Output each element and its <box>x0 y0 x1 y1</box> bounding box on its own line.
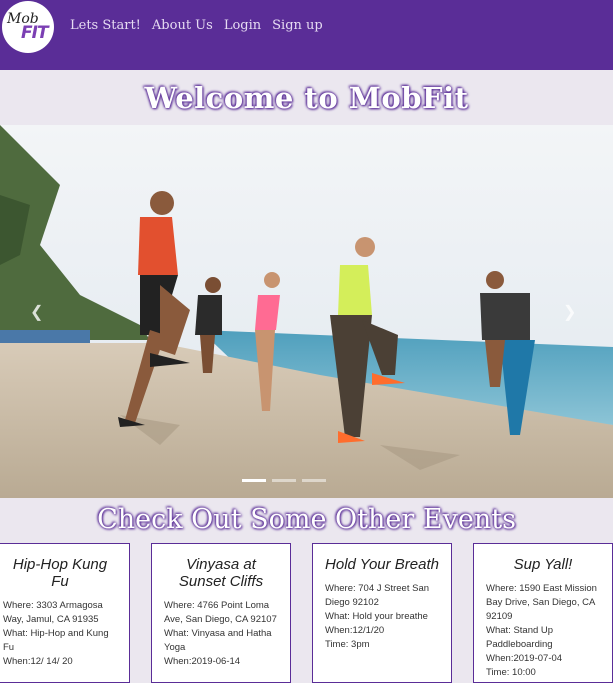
event-what: What: Hold your breathe <box>325 611 428 622</box>
nav-sign-up[interactable]: Sign up <box>272 18 323 33</box>
logo-text-fit: FIT <box>21 23 49 43</box>
mobfit-logo[interactable]: Mob FIT <box>2 1 54 53</box>
event-time: Time: 3pm <box>325 639 370 650</box>
event-where: Where: 3303 Armagosa Way, Jamul, CA 9193… <box>3 600 103 625</box>
beach-workout-image <box>0 125 613 498</box>
event-card-title: Vinyasa at Sunset Cliffs <box>178 556 264 590</box>
carousel-indicators <box>242 479 326 482</box>
event-when: When:12/1/20 <box>325 625 385 636</box>
event-card-title: Sup Yall! <box>513 556 573 573</box>
event-when: When:12/ 14/ 20 <box>3 656 73 667</box>
carousel-prev-arrow[interactable]: ❮ <box>30 302 46 322</box>
event-card-hold-your-breath[interactable]: Hold Your Breath Where: 704 J Street San… <box>312 543 452 683</box>
carousel-indicator-3[interactable] <box>302 479 326 482</box>
carousel-indicator-2[interactable] <box>272 479 296 482</box>
event-where: Where: 4766 Point Loma Ave, San Diego, C… <box>164 600 277 625</box>
event-where: Where: 1590 East Mission Bay Drive, San … <box>486 583 597 622</box>
event-time: Time: 10:00 <box>486 667 536 678</box>
welcome-banner: Welcome to MobFit <box>0 70 613 125</box>
event-card-vinyasa[interactable]: Vinyasa at Sunset Cliffs Where: 4766 Poi… <box>151 543 291 683</box>
event-card-sup-yall[interactable]: Sup Yall! Where: 1590 East Mission Bay D… <box>473 543 613 683</box>
event-card-title: Hip-Hop Kung Fu <box>12 556 108 590</box>
nav-links: Lets Start! About Us Login Sign up <box>70 18 334 33</box>
event-card-hiphop-kung-fu[interactable]: Hip-Hop Kung Fu Where: 3303 Armagosa Way… <box>0 543 130 683</box>
carousel-next-arrow[interactable]: ❯ <box>563 302 579 322</box>
events-heading-bar: Check Out Some Other Events <box>0 498 613 542</box>
event-what: What: Vinyasa and Hatha Yoga <box>164 628 272 653</box>
event-what: What: Hip-Hop and Kung Fu <box>3 628 109 653</box>
event-when: When:2019-07-04 <box>486 653 563 664</box>
nav-login[interactable]: Login <box>224 18 261 33</box>
events-title: Check Out Some Other Events <box>97 504 516 535</box>
event-when: When:2019-06-14 <box>164 656 241 667</box>
hero-carousel[interactable] <box>0 125 613 498</box>
nav-lets-start[interactable]: Lets Start! <box>70 18 141 33</box>
welcome-title: Welcome to MobFit <box>144 81 469 115</box>
event-where: Where: 704 J Street San Diego 92102 <box>325 583 430 608</box>
event-card-title: Hold Your Breath <box>325 556 439 573</box>
carousel-indicator-1[interactable] <box>242 479 266 482</box>
navbar: Mob FIT Lets Start! About Us Login Sign … <box>0 0 613 70</box>
nav-about-us[interactable]: About Us <box>152 18 213 33</box>
event-what: What: Stand Up Paddleboarding <box>486 625 554 650</box>
